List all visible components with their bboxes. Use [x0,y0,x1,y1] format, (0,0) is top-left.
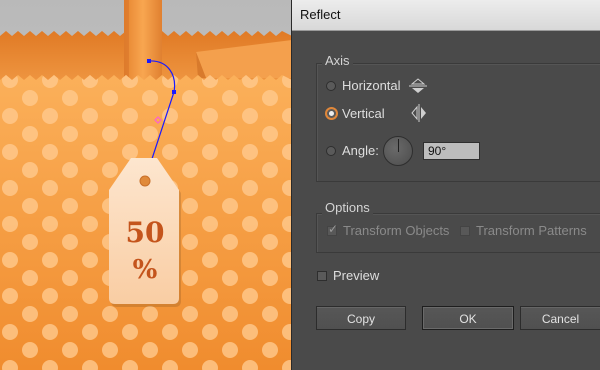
copy-button[interactable]: Copy [316,306,406,330]
anchor-point [172,90,176,94]
angle-dial[interactable] [383,136,413,166]
angle-input[interactable] [423,142,480,160]
dialog-titlebar[interactable]: Reflect [292,0,600,31]
preview-checkbox[interactable] [317,271,327,281]
reflect-horizontal-icon [409,78,427,93]
checkmark-icon: ✓ [328,222,339,236]
angle-radio[interactable] [326,146,336,156]
price-tag: 50 % [109,158,181,307]
axis-legend: Axis [322,53,353,68]
preview-label[interactable]: Preview [333,268,379,283]
transform-objects-label[interactable]: Transform Objects [343,223,449,238]
transform-patterns-checkbox[interactable] [460,226,470,236]
vertical-label[interactable]: Vertical [342,106,385,121]
transform-objects-checkbox[interactable]: ✓ [327,222,339,236]
options-legend: Options [322,200,373,215]
tag-value: 50 [126,216,165,249]
vertical-radio[interactable] [325,107,338,120]
horizontal-label[interactable]: Horizontal [342,78,401,93]
cancel-button[interactable]: Cancel [520,306,600,330]
angle-dial-needle [398,139,399,152]
strap [124,0,162,80]
angle-label: Angle: [342,143,379,158]
reflect-vertical-icon [411,104,426,122]
transform-patterns-label[interactable]: Transform Patterns [476,223,587,238]
ok-button[interactable]: OK [422,306,514,330]
horizontal-radio[interactable] [326,81,336,91]
anchor-point [147,59,151,63]
tag-unit: % [133,255,158,285]
dialog-title: Reflect [300,7,341,22]
tag-hole [139,175,151,187]
